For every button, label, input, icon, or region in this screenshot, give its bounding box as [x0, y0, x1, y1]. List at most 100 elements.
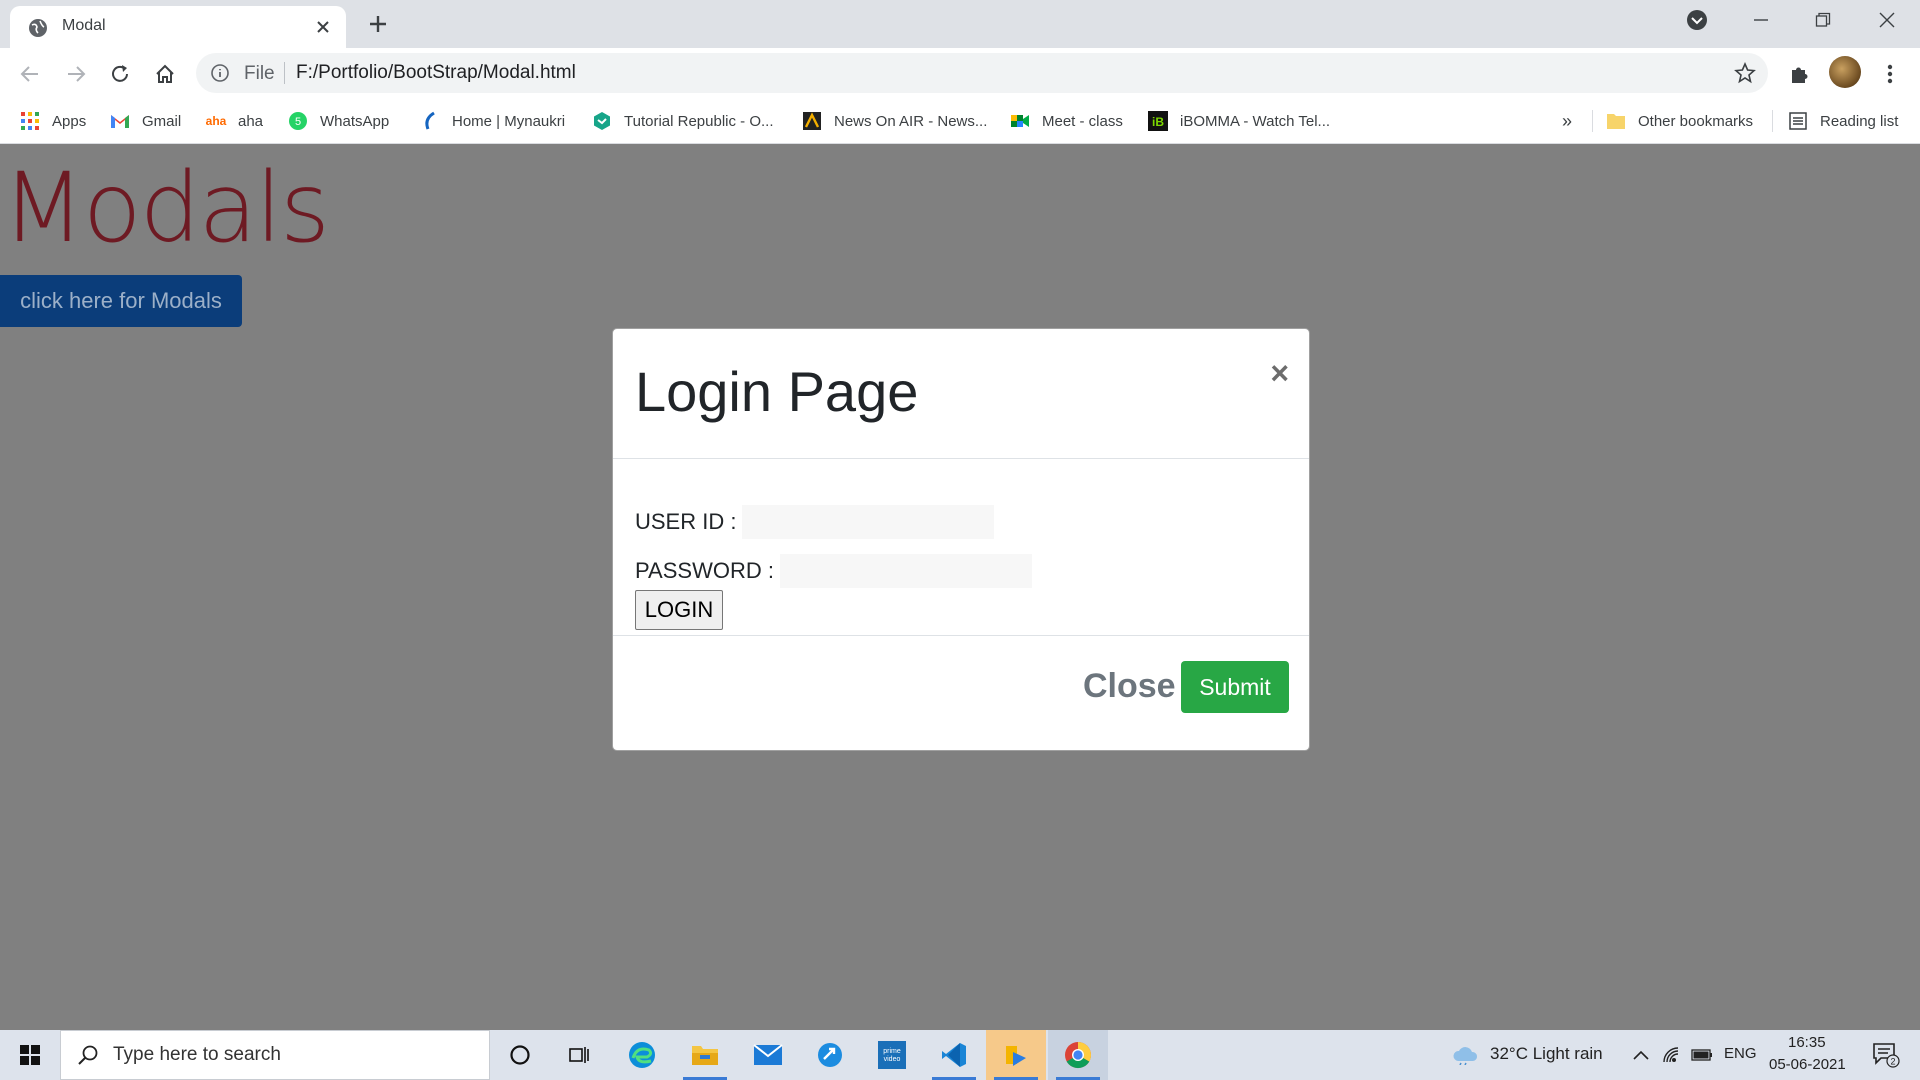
prime-video-icon[interactable]: prime video: [862, 1030, 922, 1080]
folder-icon: [1606, 111, 1626, 131]
home-icon[interactable]: [149, 58, 181, 90]
modal-footer: Close Submit: [613, 637, 1309, 752]
bookmark-label: Gmail: [142, 112, 182, 130]
modal-title: Login Page: [635, 360, 919, 423]
bookmark-aha[interactable]: aha aha: [206, 98, 263, 144]
password-input[interactable]: [779, 554, 1032, 588]
bookmark-label: Meet - class: [1042, 112, 1123, 130]
tab-title: Modal: [62, 17, 106, 34]
notification-center-icon[interactable]: 2: [1866, 1030, 1906, 1080]
edge-icon[interactable]: [612, 1030, 672, 1080]
url-text[interactable]: F:/Portfolio/BootStrap/Modal.html: [296, 62, 576, 84]
menu-kebab-icon[interactable]: [1874, 58, 1906, 90]
info-icon[interactable]: [210, 63, 230, 83]
close-window-icon[interactable]: [1856, 0, 1918, 40]
language-indicator[interactable]: ENG: [1724, 1045, 1757, 1062]
bookmark-label: iBOMMA - Watch Tel...: [1180, 112, 1331, 130]
modal-header: Login Page ×: [613, 329, 1309, 459]
reading-list-icon: [1788, 111, 1808, 131]
news-on-air-icon: [802, 111, 822, 131]
task-view-icon[interactable]: [550, 1030, 610, 1080]
weather-text[interactable]: 32°C Light rain: [1490, 1044, 1603, 1064]
tutorial-republic-icon: [592, 111, 612, 131]
bookmark-apps[interactable]: Apps: [20, 98, 86, 144]
bookmark-ibomma[interactable]: iB iBOMMA - Watch Tel...: [1148, 98, 1330, 144]
cortana-icon[interactable]: [490, 1030, 550, 1080]
vscode-icon[interactable]: [924, 1030, 984, 1080]
reading-list-button[interactable]: Reading list: [1788, 98, 1898, 144]
forward-arrow-icon[interactable]: [60, 58, 92, 90]
close-tab-icon[interactable]: [310, 14, 336, 40]
bookmark-label: News On AIR - News...: [834, 112, 988, 130]
password-row: PASSWORD :: [635, 554, 1032, 588]
back-arrow-icon[interactable]: [14, 58, 46, 90]
reload-icon[interactable]: [104, 58, 136, 90]
bookmark-news-on-air[interactable]: News On AIR - News...: [802, 98, 987, 144]
windows-start-icon[interactable]: [0, 1030, 60, 1080]
svg-text:video: video: [884, 1056, 901, 1063]
gmail-icon: [110, 111, 130, 131]
minimize-icon[interactable]: [1730, 0, 1792, 40]
restore-icon[interactable]: [1792, 0, 1854, 40]
bookmarks-divider: [1772, 110, 1773, 132]
login-modal: Login Page × USER ID : PASSWORD : LOGIN …: [612, 328, 1310, 751]
profile-avatar[interactable]: [1829, 56, 1861, 88]
bookmark-label: Apps: [52, 112, 87, 130]
modal-close-x-button[interactable]: ×: [1270, 357, 1289, 389]
bookmark-label: Home | Mynaukri: [452, 112, 566, 130]
bookmark-whatsapp[interactable]: 5 WhatsApp: [288, 98, 389, 144]
new-tab-icon[interactable]: [364, 10, 392, 38]
bookmarks-overflow-chevron-icon[interactable]: »: [1562, 98, 1572, 144]
taskbar-search-box[interactable]: Type here to search: [60, 1030, 490, 1080]
file-explorer-icon[interactable]: [675, 1030, 735, 1080]
bookmark-gmail[interactable]: Gmail: [110, 98, 181, 144]
search-icon: [78, 1045, 98, 1065]
browser-tab[interactable]: Modal: [10, 6, 346, 48]
network-icon[interactable]: [1660, 1030, 1684, 1080]
chrome-icon[interactable]: [1048, 1030, 1108, 1080]
user-id-label: USER ID :: [635, 509, 737, 534]
tab-strip: Modal: [0, 0, 1920, 48]
ibomma-icon: iB: [1148, 111, 1168, 131]
pinned-app-icon[interactable]: [800, 1030, 860, 1080]
close-button[interactable]: Close: [1083, 667, 1176, 706]
apps-grid-icon: [20, 111, 40, 131]
page-viewport: Modals click here for Modals Login Page …: [0, 144, 1920, 1030]
address-bar[interactable]: File F:/Portfolio/BootStrap/Modal.html: [196, 53, 1768, 93]
pinned-folder-app-icon[interactable]: [986, 1030, 1046, 1080]
submit-button[interactable]: Submit: [1181, 661, 1289, 713]
page-title: Modals: [2, 152, 330, 264]
clock-time[interactable]: 16:35: [1788, 1034, 1826, 1051]
bookmark-tutorial-republic[interactable]: Tutorial Republic - O...: [592, 98, 774, 144]
bookmark-label: WhatsApp: [320, 112, 390, 130]
bookmark-label: aha: [238, 112, 264, 130]
page-scheme-label: File: [244, 63, 275, 84]
mynaukri-icon: [420, 111, 440, 131]
tab-search-icon[interactable]: [1666, 0, 1728, 40]
open-modal-button[interactable]: click here for Modals: [0, 275, 242, 327]
windows-taskbar: Type here to search prime video 32°C Ligh…: [0, 1030, 1920, 1080]
bookmark-meet[interactable]: Meet - class: [1010, 98, 1123, 144]
bookmark-mynaukri[interactable]: Home | Mynaukri: [420, 98, 565, 144]
omnibox-divider: [284, 62, 285, 84]
mail-icon[interactable]: [738, 1030, 798, 1080]
user-id-input[interactable]: [742, 505, 995, 539]
bookmark-label: Tutorial Republic - O...: [624, 112, 774, 130]
chevron-up-icon[interactable]: [1630, 1030, 1652, 1080]
login-button[interactable]: LOGIN: [635, 590, 723, 630]
battery-icon[interactable]: [1690, 1030, 1714, 1080]
other-bookmarks-folder[interactable]: Other bookmarks: [1606, 98, 1753, 144]
svg-text:iB: iB: [1152, 115, 1164, 129]
modal-body: USER ID : PASSWORD : LOGIN: [613, 460, 1309, 636]
svg-text:5: 5: [295, 116, 301, 128]
other-bookmarks-label: Other bookmarks: [1638, 112, 1754, 130]
globe-icon: [29, 19, 47, 37]
user-id-row: USER ID :: [635, 505, 995, 539]
google-meet-icon: [1010, 111, 1030, 131]
extensions-puzzle-icon[interactable]: [1783, 58, 1815, 90]
bookmark-star-icon[interactable]: [1734, 62, 1756, 84]
clock-date[interactable]: 05-06-2021: [1769, 1056, 1846, 1073]
password-label: PASSWORD :: [635, 558, 774, 583]
weather-cloud-icon[interactable]: [1450, 1030, 1480, 1080]
bookmarks-divider: [1592, 110, 1593, 132]
